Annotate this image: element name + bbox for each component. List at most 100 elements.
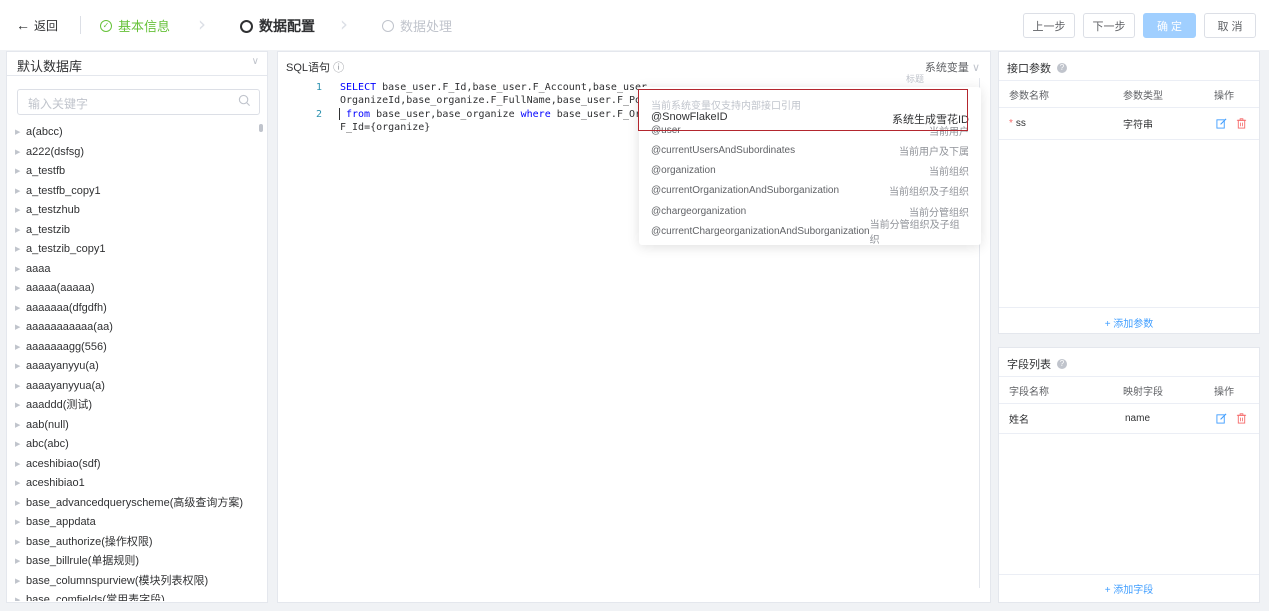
param-type[interactable]: 字符串 bbox=[1123, 108, 1153, 139]
tree-item[interactable]: ▶ aceshibiao(sdf) bbox=[7, 455, 267, 475]
tree-item[interactable]: ▶ base_billrule(单据规则) bbox=[7, 552, 267, 572]
tree-item[interactable]: ▶ base_appdata bbox=[7, 513, 267, 533]
popup-item-name: @currentOrganizationAndSuborganization bbox=[651, 184, 840, 196]
step-data-config[interactable]: 数据配置 bbox=[240, 16, 315, 36]
tree-item-label: base_billrule(单据规则) bbox=[26, 555, 140, 567]
caret-right-icon[interactable]: ▶ bbox=[15, 435, 26, 455]
caret-right-icon[interactable]: ▶ bbox=[15, 396, 26, 416]
delete-icon[interactable] bbox=[1236, 413, 1247, 424]
caret-right-icon[interactable]: ▶ bbox=[15, 240, 26, 260]
sql-keyword: from bbox=[346, 109, 371, 120]
cancel-button[interactable]: 取 消 bbox=[1204, 13, 1256, 38]
code-line: OrganizeId,base_organize.F_FullName,base… bbox=[340, 95, 648, 106]
caret-right-icon[interactable]: ▶ bbox=[15, 299, 26, 319]
delete-icon[interactable] bbox=[1236, 118, 1247, 129]
tree-item[interactable]: ▶ a(abcc) bbox=[7, 123, 267, 143]
table-tree: ▶ a(abcc) ▶ a222(dsfsg) ▶ a_testfb ▶ a_testfb_c… bbox=[7, 123, 267, 601]
scrollbar[interactable] bbox=[259, 124, 263, 132]
caret-right-icon[interactable]: ▶ bbox=[15, 377, 26, 397]
line-number: 1 bbox=[315, 82, 322, 93]
field-name[interactable]: 姓名 bbox=[1009, 404, 1029, 433]
tree-item-label: base_comfields(常用表字段) bbox=[26, 594, 165, 601]
chevron-down-icon: ∨ bbox=[971, 62, 980, 74]
tree-item-label: base_advancedqueryscheme(高级查询方案) bbox=[26, 496, 244, 509]
tree-item-label: aaaayanyyua(a) bbox=[26, 379, 105, 392]
search-input[interactable]: 输入关键字 bbox=[17, 89, 260, 115]
next-step-button[interactable]: 下一步 bbox=[1083, 13, 1135, 38]
tree-item[interactable]: ▶ base_advancedqueryscheme(高级查询方案) bbox=[7, 494, 267, 514]
step-basic-info[interactable]: ✓ 基本信息 bbox=[100, 16, 170, 35]
caret-right-icon[interactable]: ▶ bbox=[15, 318, 26, 338]
edit-icon[interactable] bbox=[1216, 413, 1227, 424]
caret-right-icon[interactable]: ▶ bbox=[15, 221, 26, 241]
tree-item[interactable]: ▶ aab(null) bbox=[7, 416, 267, 436]
caret-right-icon[interactable]: ▶ bbox=[15, 455, 26, 475]
tree-item[interactable]: ▶ aaaayanyyu(a) bbox=[7, 357, 267, 377]
tree-item-label: abc(abc) bbox=[26, 438, 69, 450]
tree-item[interactable]: ▶ aaaa bbox=[7, 260, 267, 280]
caret-right-icon[interactable]: ▶ bbox=[15, 591, 26, 601]
tree-item[interactable]: ▶ a_testzib bbox=[7, 221, 267, 241]
help-icon[interactable]: ? bbox=[1057, 359, 1067, 369]
caret-right-icon[interactable]: ▶ bbox=[15, 552, 26, 572]
tree-item[interactable]: ▶ aaaaa(aaaaa) bbox=[7, 279, 267, 299]
caret-right-icon[interactable]: ▶ bbox=[15, 260, 26, 280]
caret-right-icon[interactable]: ▶ bbox=[15, 357, 26, 377]
caret-right-icon[interactable]: ▶ bbox=[15, 494, 26, 514]
database-select[interactable]: 默认数据库 ∨ bbox=[7, 52, 267, 76]
tree-item[interactable]: ▶ a_testfb_copy1 bbox=[7, 182, 267, 202]
popup-item-charge-org-suborg[interactable]: @currentChargeorganizationAndSuborganiza… bbox=[651, 220, 969, 246]
tree-item-label: aaaayanyyu(a) bbox=[26, 360, 99, 372]
caret-right-icon[interactable]: ▶ bbox=[15, 474, 26, 494]
field-map[interactable]: name bbox=[1125, 404, 1150, 433]
prev-step-button[interactable]: 上一步 bbox=[1023, 13, 1075, 38]
code-line: F_Id={organize} bbox=[340, 122, 431, 133]
tree-item[interactable]: ▶ a_testfb bbox=[7, 162, 267, 182]
tree-item-label: a_testzib bbox=[26, 223, 71, 236]
caret-right-icon[interactable]: ▶ bbox=[15, 143, 26, 163]
tree-item[interactable]: ▶ base_authorize(操作权限) bbox=[7, 533, 267, 553]
tree-item[interactable]: ▶ aaaaaaa(dfgdfh) bbox=[7, 299, 267, 319]
caret-right-icon[interactable]: ▶ bbox=[15, 201, 26, 221]
interface-params-panel: 接口参数 ? 参数名称 参数类型 操作 * ss 字符串 + 添加参数 bbox=[998, 51, 1260, 334]
tree-item[interactable]: ▶ aceshibiao1 bbox=[7, 474, 267, 494]
tree-item[interactable]: ▶ a222(dsfsg) bbox=[7, 143, 267, 163]
popup-item-users-subordinates[interactable]: @currentUsersAndSubordinates 当前用户及下属 bbox=[651, 140, 969, 160]
tree-item[interactable]: ▶ a_testzib_copy1 bbox=[7, 240, 267, 260]
back-button[interactable]: ← 返回 bbox=[16, 17, 58, 34]
confirm-button[interactable]: 确 定 bbox=[1143, 13, 1196, 38]
caret-right-icon[interactable]: ▶ bbox=[15, 416, 26, 436]
tree-item[interactable]: ▶ base_comfields(常用表字段) bbox=[7, 591, 267, 601]
caret-right-icon[interactable]: ▶ bbox=[15, 572, 26, 592]
help-icon[interactable]: ? bbox=[1057, 63, 1067, 73]
arrow-left-icon: ← bbox=[16, 17, 30, 33]
tree-item[interactable]: ▶ abc(abc) bbox=[7, 435, 267, 455]
step-data-process[interactable]: 数据处理 bbox=[382, 16, 452, 35]
tree-item[interactable]: ▶ aaaaaaagg(556) bbox=[7, 338, 267, 358]
caret-right-icon[interactable]: ▶ bbox=[15, 123, 26, 143]
caret-right-icon[interactable]: ▶ bbox=[15, 182, 26, 202]
add-field-button[interactable]: + 添加字段 bbox=[999, 581, 1259, 596]
param-name-cell[interactable]: * ss bbox=[1009, 108, 1026, 139]
edit-icon[interactable] bbox=[1216, 118, 1227, 129]
tree-item[interactable]: ▶ aaaddd(测试) bbox=[7, 396, 267, 416]
circle-icon bbox=[382, 19, 394, 32]
caret-right-icon[interactable]: ▶ bbox=[15, 279, 26, 299]
code-line: SELECT base_user.F_Id,base_user.F_Accoun… bbox=[340, 82, 647, 94]
tree-item[interactable]: ▶ aaaayanyyua(a) bbox=[7, 377, 267, 397]
caret-right-icon[interactable]: ▶ bbox=[15, 513, 26, 533]
caret-right-icon[interactable]: ▶ bbox=[15, 162, 26, 182]
tree-item[interactable]: ▶ a_testzhub bbox=[7, 201, 267, 221]
popup-item-org-suborg[interactable]: @currentOrganizationAndSuborganization 当… bbox=[651, 180, 969, 200]
tree-item-label: aab(null) bbox=[26, 418, 69, 431]
caret-right-icon[interactable]: ▶ bbox=[15, 533, 26, 553]
caret-right-icon[interactable]: ▶ bbox=[15, 338, 26, 358]
popup-item-organization[interactable]: @organization 当前组织 bbox=[651, 160, 969, 180]
tree-item[interactable]: ▶ base_columnspurview(模块列表权限) bbox=[7, 572, 267, 592]
tree-item-label: a(abcc) bbox=[26, 126, 63, 138]
system-variable-dropdown[interactable]: 系统变量 ∨ bbox=[925, 59, 980, 75]
popup-item-snowflake-id[interactable]: @SnowFlakeID 系统生成雪花ID bbox=[651, 111, 969, 127]
tree-item-label: aaaa bbox=[26, 262, 51, 275]
add-param-button[interactable]: + 添加参数 bbox=[999, 315, 1259, 330]
tree-item[interactable]: ▶ aaaaaaaaaaa(aa) bbox=[7, 318, 267, 338]
